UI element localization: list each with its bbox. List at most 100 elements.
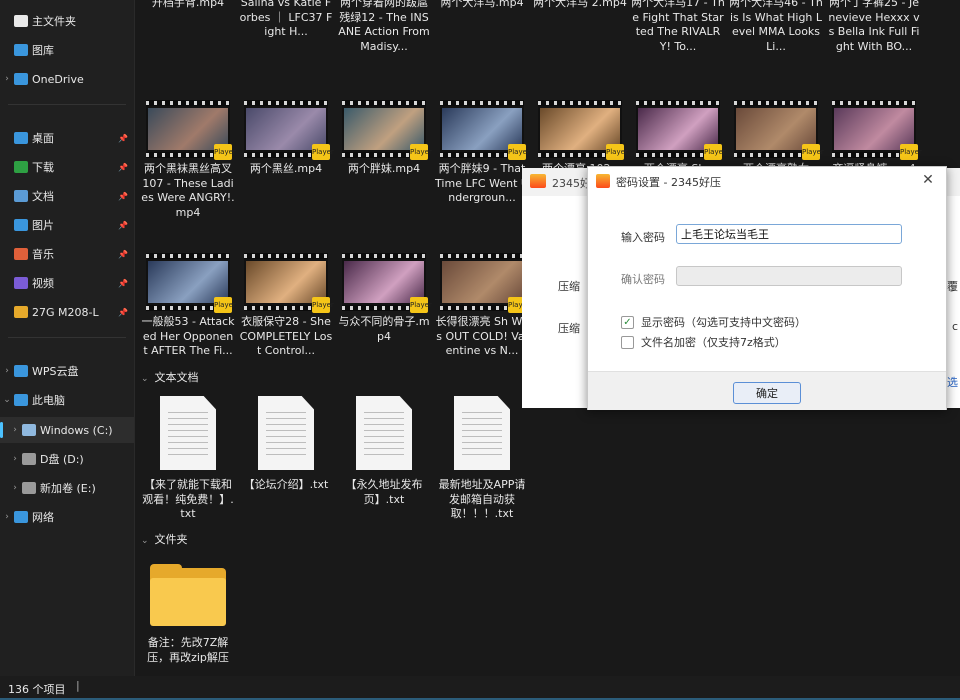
player-badge-icon: Player xyxy=(900,144,922,160)
sidebar-item-label: 下载 xyxy=(32,161,54,174)
sidebar-divider xyxy=(8,337,126,338)
chevron-down-icon[interactable]: ⌄ xyxy=(141,536,149,546)
drive-icon xyxy=(22,482,36,494)
video-file-item[interactable]: 两个穿着网的跋扈残绿12 - The INSANE Action From Ma… xyxy=(337,0,431,54)
enter-password-input[interactable] xyxy=(676,224,902,244)
cloud-drive-icon xyxy=(14,365,28,377)
navigation-pane: 主文件夹图库 › OneDrive 桌面 📌 下载 📌 文档 📌 图片 📌 音乐 📌 视频 📌 27G M20… xyxy=(0,0,135,676)
film-perforation xyxy=(734,101,818,105)
text-document-icon xyxy=(160,396,216,470)
encrypt-filenames-label: 文件名加密（仅支持7z格式） xyxy=(641,336,786,349)
chevron-icon[interactable]: › xyxy=(8,454,22,464)
video-file-item[interactable]: Player 两个黑袜黑丝高叉 107 - These Ladies Were A… xyxy=(141,100,236,220)
sidebar-item-label: 图库 xyxy=(32,44,54,57)
folder-icon xyxy=(150,564,226,626)
compression-label: 压缩 xyxy=(558,280,580,293)
player-badge-icon: Player xyxy=(214,144,236,160)
video-file-item[interactable]: Player 衣服保守28 - She COMPLETELY Lost Contr… xyxy=(239,253,334,359)
haozip-app-icon xyxy=(530,174,546,188)
video-thumbnail: Player xyxy=(734,100,824,160)
confirm-password-input[interactable] xyxy=(676,266,902,286)
sidebar-item-6[interactable]: 图片 📌 xyxy=(0,212,134,238)
music-icon xyxy=(14,248,28,260)
chevron-icon[interactable]: › xyxy=(0,366,14,376)
sidebar-item-12[interactable]: › Windows (C:) xyxy=(0,417,134,443)
film-perforation xyxy=(440,101,524,105)
chevron-icon[interactable]: › xyxy=(0,512,14,522)
desktop-icon xyxy=(14,132,28,144)
text-file-item[interactable]: 最新地址及APP请发邮箱自动获取！！！.txt xyxy=(435,396,529,522)
sidebar-item-1[interactable]: 图库 xyxy=(0,37,134,63)
sidebar-item-5[interactable]: 文档 📌 xyxy=(0,183,134,209)
close-icon[interactable]: ✕ xyxy=(918,170,938,190)
file-name: 开档手背.mp4 xyxy=(151,0,225,9)
section-header-folders[interactable]: ⌄ 文件夹 xyxy=(141,531,188,547)
sidebar-item-15[interactable]: › 网络 xyxy=(0,504,134,530)
video-file-item[interactable]: 开档手背.mp4 xyxy=(141,0,235,11)
sidebar-item-7[interactable]: 音乐 📌 xyxy=(0,241,134,267)
chevron-icon[interactable]: › xyxy=(0,74,14,84)
file-name: 【论坛介绍】.txt xyxy=(243,478,329,491)
text-document-icon xyxy=(454,396,510,470)
video-file-item[interactable]: Player 长得很漂亮 Sh Was OUT COLD! Valentine v… xyxy=(435,253,530,359)
options-link[interactable]: 选 xyxy=(947,374,958,390)
video-thumbnail: Player xyxy=(832,100,922,160)
doc-lines xyxy=(364,412,404,460)
sidebar-item-13[interactable]: › D盘 (D:) xyxy=(0,446,134,472)
sidebar-item-10[interactable]: › WPS云盘 xyxy=(0,358,134,384)
sidebar-item-11[interactable]: ⌄ 此电脑 xyxy=(0,387,134,413)
sidebar-item-8[interactable]: 视频 📌 xyxy=(0,270,134,296)
file-name: 最新地址及APP请发邮箱自动获取！！！.txt xyxy=(438,478,526,520)
chevron-down-icon[interactable]: ⌄ xyxy=(141,374,149,384)
overwrite-option-label[interactable]: 覆 xyxy=(947,278,958,294)
dialog-title-bar[interactable]: 密码设置 - 2345好压 ✕ xyxy=(588,167,946,195)
encrypt-filenames-option[interactable]: 文件名加密（仅支持7z格式） xyxy=(621,334,786,350)
show-password-option[interactable]: ✓ 显示密码（勾选可支持中文密码） xyxy=(621,314,806,330)
video-thumbnail: Player xyxy=(538,100,628,160)
status-separator: | xyxy=(76,679,80,692)
file-name: Salina vs Katie Forbes ｜ LFC37 Fight H..… xyxy=(239,0,333,38)
video-file-item[interactable]: 两个大洋马.mp4 xyxy=(435,0,529,11)
ok-button[interactable]: 确定 xyxy=(733,382,801,404)
video-file-item[interactable]: Player 两个胖妹9 - That Time LFC Went Undergr… xyxy=(435,100,530,206)
video-file-item[interactable]: 两个大洋马46 - This Is What High Level MMA Lo… xyxy=(729,0,823,54)
sidebar-item-4[interactable]: 下载 📌 xyxy=(0,154,134,180)
sidebar-item-label: 此电脑 xyxy=(32,394,65,407)
video-file-item[interactable]: 两个大洋马17 - The Fight That Started The RIV… xyxy=(631,0,725,54)
encrypt-filenames-checkbox[interactable] xyxy=(621,335,634,349)
chevron-icon[interactable]: › xyxy=(8,425,22,435)
sidebar-item-3[interactable]: 桌面 📌 xyxy=(0,125,134,151)
dialog-footer: 确定 xyxy=(588,371,946,410)
doc-lines xyxy=(462,412,502,460)
section-header-text-docs[interactable]: ⌄ 文本文档 xyxy=(141,369,199,385)
documents-icon xyxy=(14,190,28,202)
sidebar-item-0[interactable]: 主文件夹 xyxy=(0,8,134,34)
file-name: 两个穿着网的跋扈残绿12 - The INSANE Action From Ma… xyxy=(338,0,430,53)
chevron-icon[interactable]: › xyxy=(8,483,22,493)
haozip-app-icon xyxy=(596,174,610,188)
video-file-item[interactable]: 两个大洋马 2.mp4 xyxy=(533,0,627,11)
sidebar-item-14[interactable]: › 新加卷 (E:) xyxy=(0,475,134,501)
show-password-checkbox[interactable]: ✓ xyxy=(621,315,634,329)
video-file-item[interactable]: 两个丁字裤25 - Jenevieve Hexxx vs Bella Ink F… xyxy=(827,0,921,54)
option-label-c[interactable]: c xyxy=(952,320,958,333)
video-file-item[interactable]: Player 两个胖妹.mp4 xyxy=(337,100,432,177)
video-file-item[interactable]: Salina vs Katie Forbes ｜ LFC37 Fight H..… xyxy=(239,0,333,40)
file-name: 衣服保守28 - She COMPLETELY Lost Control... xyxy=(239,315,333,357)
video-file-item[interactable]: Player 与众不同的骨子.mp4 xyxy=(337,253,432,344)
video-file-item[interactable]: Player 一般般53 - Attacked Her Opponent AFTE… xyxy=(141,253,236,359)
folder-item[interactable]: 备注：先改7Z解压，再改zip解压 xyxy=(141,564,235,665)
sidebar-item-label: 新加卷 (E:) xyxy=(40,482,96,495)
sidebar-item-label: D盘 (D:) xyxy=(40,453,84,466)
text-file-item[interactable]: 【永久地址发布页】.txt xyxy=(337,396,431,507)
video-file-item[interactable]: Player 两个黑丝.mp4 xyxy=(239,100,334,177)
folder-front xyxy=(150,578,226,626)
file-name: 两个丁字裤25 - Jenevieve Hexxx vs Bella Ink F… xyxy=(828,0,920,53)
chevron-icon[interactable]: ⌄ xyxy=(0,395,14,405)
gallery-icon xyxy=(14,44,28,56)
sidebar-item-2[interactable]: › OneDrive xyxy=(0,66,134,92)
text-file-item[interactable]: 【来了就能下载和观看！纯免费！】.txt xyxy=(141,396,235,522)
text-file-item[interactable]: 【论坛介绍】.txt xyxy=(239,396,333,493)
video-thumbnail: Player xyxy=(146,253,236,313)
sidebar-item-9[interactable]: 27G M208-L 📌 xyxy=(0,299,134,325)
